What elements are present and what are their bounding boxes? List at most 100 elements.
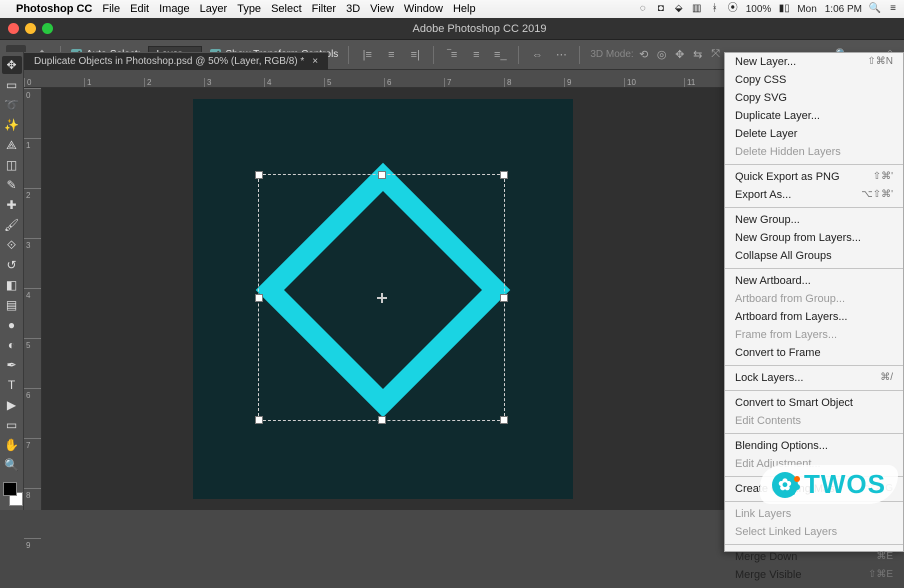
canvas-area[interactable]	[42, 88, 724, 510]
align-bottom-icon[interactable]: ≡_	[492, 47, 508, 63]
menu-item[interactable]: Copy SVG	[725, 89, 903, 107]
dodge-tool[interactable]: ◐	[2, 336, 22, 354]
pen-tool[interactable]: ✒	[2, 356, 22, 374]
align-center-v-icon[interactable]: ≡	[468, 47, 484, 63]
menubar-file[interactable]: File	[102, 3, 120, 15]
menu-item[interactable]: Collapse All Groups	[725, 247, 903, 265]
menubar-type[interactable]: Type	[237, 3, 261, 15]
distribute-h-icon[interactable]: ⇔	[529, 47, 545, 63]
gradient-tool[interactable]: ▤	[2, 296, 22, 314]
transform-bounding-box[interactable]	[258, 174, 505, 421]
menubar-edit[interactable]: Edit	[130, 3, 149, 15]
ruler-tick: 4	[24, 288, 41, 338]
transform-handle-top-middle[interactable]	[378, 171, 386, 179]
clone-stamp-tool[interactable]: ⟐	[2, 236, 22, 254]
ruler-tick: 0	[24, 78, 84, 87]
ruler-horizontal[interactable]: 0123456789101112	[24, 70, 724, 88]
zoom-tool[interactable]: 🔍	[2, 456, 22, 474]
align-left-icon[interactable]: |≡	[359, 47, 375, 63]
spot-heal-tool[interactable]: ✚	[2, 196, 22, 214]
frame-tool[interactable]: ◫	[2, 156, 22, 174]
foreground-color-swatch[interactable]	[3, 482, 17, 496]
marquee-tool[interactable]: ▭	[2, 76, 22, 94]
status-dropbox-icon[interactable]: ⬙	[674, 4, 684, 14]
brush-tool[interactable]: 🖌	[2, 216, 22, 234]
menu-item[interactable]: Duplicate Layer...	[725, 107, 903, 125]
window-minimize-button[interactable]	[25, 23, 36, 34]
type-tool[interactable]: T	[2, 376, 22, 394]
menubar-view[interactable]: View	[370, 3, 394, 15]
slide-3d-icon[interactable]: ⇆	[690, 47, 706, 63]
status-display-icon[interactable]: ▥	[692, 4, 702, 14]
app-name[interactable]: Photoshop CC	[16, 3, 92, 15]
lasso-tool[interactable]: ➰	[2, 96, 22, 114]
menu-item-label: Lock Layers...	[735, 372, 803, 384]
history-brush-tool[interactable]: ↺	[2, 256, 22, 274]
menu-item[interactable]: Convert to Frame	[725, 344, 903, 362]
hand-tool[interactable]: ✋	[2, 436, 22, 454]
transform-handle-middle-left[interactable]	[255, 294, 263, 302]
status-spotlight-icon[interactable]: 🔍	[870, 4, 880, 14]
menu-item[interactable]: Merge Visible⇧⌘E	[725, 566, 903, 584]
menu-item[interactable]: Blending Options...	[725, 437, 903, 455]
document-tab[interactable]: Duplicate Objects in Photoshop.psd @ 50%…	[24, 52, 328, 70]
status-battery-icon[interactable]: ▮▯	[779, 4, 789, 14]
shape-tool[interactable]: ▭	[2, 416, 22, 434]
document-canvas[interactable]	[193, 99, 573, 499]
align-right-icon[interactable]: ≡|	[407, 47, 423, 63]
menu-item[interactable]: New Artboard...	[725, 272, 903, 290]
transform-center-icon[interactable]	[377, 293, 387, 303]
menubar-3d[interactable]: 3D	[346, 3, 360, 15]
menubar-select[interactable]: Select	[271, 3, 302, 15]
move-tool[interactable]: ✥	[2, 56, 22, 74]
menu-item[interactable]: Artboard from Layers...	[725, 308, 903, 326]
transform-handle-top-left[interactable]	[255, 171, 263, 179]
ruler-vertical[interactable]: 0123456789	[24, 88, 42, 510]
status-notify-icon[interactable]: ◘	[656, 4, 666, 14]
menu-item[interactable]: New Group from Layers...	[725, 229, 903, 247]
menu-item[interactable]: Lock Layers...⌘/	[725, 369, 903, 387]
menubar-filter[interactable]: Filter	[312, 3, 336, 15]
menubar-image[interactable]: Image	[159, 3, 190, 15]
transform-handle-top-right[interactable]	[500, 171, 508, 179]
magic-wand-tool[interactable]: ✨	[2, 116, 22, 134]
align-top-icon[interactable]: ‾≡	[444, 47, 460, 63]
window-maximize-button[interactable]	[42, 23, 53, 34]
ruler-tick: 4	[264, 78, 324, 87]
menu-item[interactable]: Export As...⌥⇧⌘'	[725, 186, 903, 204]
orbit-3d-icon[interactable]: ⟲	[636, 47, 652, 63]
menu-divider	[725, 365, 903, 366]
menu-item[interactable]: Copy CSS	[725, 71, 903, 89]
menu-item[interactable]: Convert to Smart Object	[725, 394, 903, 412]
crop-tool[interactable]: ⟁	[2, 136, 22, 154]
status-bluetooth-icon[interactable]: ᚼ	[710, 4, 720, 14]
blur-tool[interactable]: ●	[2, 316, 22, 334]
menu-item[interactable]: New Group...	[725, 211, 903, 229]
align-center-h-icon[interactable]: ≡	[383, 47, 399, 63]
menu-item[interactable]: Merge Down⌘E	[725, 548, 903, 566]
transform-handle-middle-right[interactable]	[500, 294, 508, 302]
menu-item[interactable]: New Layer...⇧⌘N	[725, 53, 903, 71]
menubar-layer[interactable]: Layer	[200, 3, 228, 15]
menu-item[interactable]: Quick Export as PNG⇧⌘'	[725, 168, 903, 186]
status-wifi-icon[interactable]: ⦿	[728, 4, 738, 14]
pan-3d-icon[interactable]: ✥	[672, 47, 688, 63]
menubar-help[interactable]: Help	[453, 3, 476, 15]
scale-3d-icon[interactable]: ⤧	[708, 47, 724, 63]
path-select-tool[interactable]: ▶	[2, 396, 22, 414]
status-siri-icon[interactable]: ≡	[888, 4, 898, 14]
color-swatches[interactable]	[1, 480, 23, 506]
eraser-tool[interactable]: ◧	[2, 276, 22, 294]
status-cc-icon[interactable]: ◌	[638, 4, 648, 14]
close-tab-icon[interactable]: ×	[312, 56, 318, 67]
transform-handle-bottom-middle[interactable]	[378, 416, 386, 424]
transform-handle-bottom-right[interactable]	[500, 416, 508, 424]
menu-item[interactable]: Delete Layer	[725, 125, 903, 143]
menubar-window[interactable]: Window	[404, 3, 443, 15]
roll-3d-icon[interactable]: ◎	[654, 47, 670, 63]
transform-handle-bottom-left[interactable]	[255, 416, 263, 424]
more-align-icon[interactable]: ⋯	[553, 47, 569, 63]
eyedropper-tool[interactable]: ✎	[2, 176, 22, 194]
menu-item-shortcut: ⌥⇧⌘'	[861, 189, 893, 201]
window-close-button[interactable]	[8, 23, 19, 34]
